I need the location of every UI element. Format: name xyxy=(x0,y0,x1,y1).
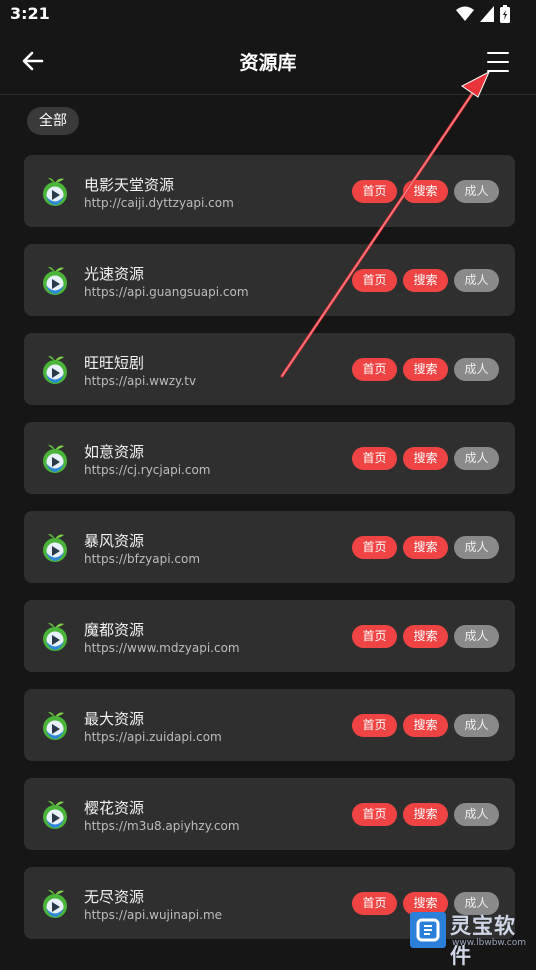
tag-home[interactable]: 首页 xyxy=(352,269,397,292)
tag-search[interactable]: 搜索 xyxy=(403,625,448,648)
signal-icon xyxy=(480,6,494,22)
source-name: 樱花资源 xyxy=(84,799,145,817)
watermark: 灵宝软件 www.lbwbw.com xyxy=(410,910,536,968)
tag-group: 首页 搜索 成人 xyxy=(352,269,499,292)
tag-adult[interactable]: 成人 xyxy=(454,358,499,381)
tag-search[interactable]: 搜索 xyxy=(403,803,448,826)
app-logo-icon xyxy=(43,266,67,295)
source-card[interactable]: 暴风资源 https://bfzyapi.com 首页 搜索 成人 xyxy=(24,511,515,583)
source-card[interactable]: 光速资源 https://api.guangsuapi.com 首页 搜索 成人 xyxy=(24,244,515,316)
status-time: 3:21 xyxy=(10,4,50,23)
source-url: http://caiji.dyttzyapi.com xyxy=(84,196,234,210)
app-logo-icon xyxy=(43,711,67,740)
battery-icon xyxy=(500,5,510,23)
tag-search[interactable]: 搜索 xyxy=(403,447,448,470)
tag-adult[interactable]: 成人 xyxy=(454,714,499,737)
source-name: 旺旺短剧 xyxy=(84,354,145,372)
source-name: 无尽资源 xyxy=(84,888,145,906)
tag-group: 首页 搜索 成人 xyxy=(352,358,499,381)
watermark-logo xyxy=(410,912,446,948)
tag-home[interactable]: 首页 xyxy=(352,892,397,915)
status-icons xyxy=(456,5,510,23)
app-logo-icon xyxy=(43,889,67,918)
source-url: https://bfzyapi.com xyxy=(84,552,201,566)
tag-group: 首页 搜索 成人 xyxy=(352,714,499,737)
tag-adult[interactable]: 成人 xyxy=(454,625,499,648)
tag-home[interactable]: 首页 xyxy=(352,180,397,203)
app-logo-icon xyxy=(43,622,67,651)
source-list: 电影天堂资源 http://caiji.dyttzyapi.com 首页 搜索 … xyxy=(24,155,515,956)
source-card[interactable]: 如意资源 https://cj.rycjapi.com 首页 搜索 成人 xyxy=(24,422,515,494)
app-bar: 资源库 xyxy=(0,28,536,95)
source-url: https://cj.rycjapi.com xyxy=(84,463,211,477)
source-name: 电影天堂资源 xyxy=(84,176,175,194)
tag-adult[interactable]: 成人 xyxy=(454,803,499,826)
brand-logo-icon xyxy=(416,918,440,942)
tag-search[interactable]: 搜索 xyxy=(403,180,448,203)
app-logo-icon xyxy=(43,444,67,473)
tag-adult[interactable]: 成人 xyxy=(454,269,499,292)
source-url: https://api.guangsuapi.com xyxy=(84,285,249,299)
source-url: https://www.mdzyapi.com xyxy=(84,641,240,655)
source-url: https://api.wwzy.tv xyxy=(84,374,197,388)
source-url: https://api.wujinapi.me xyxy=(84,908,223,922)
wifi-icon xyxy=(456,6,474,21)
filter-chip-all[interactable]: 全部 xyxy=(27,107,79,135)
status-bar: 3:21 xyxy=(0,0,536,28)
tag-home[interactable]: 首页 xyxy=(352,625,397,648)
app-logo-icon xyxy=(43,800,67,829)
source-name: 最大资源 xyxy=(84,710,145,728)
source-card[interactable]: 最大资源 https://api.zuidapi.com 首页 搜索 成人 xyxy=(24,689,515,761)
source-url: https://m3u8.apiyhzy.com xyxy=(84,819,240,833)
tag-group: 首页 搜索 成人 xyxy=(352,447,499,470)
tag-search[interactable]: 搜索 xyxy=(403,269,448,292)
tag-search[interactable]: 搜索 xyxy=(403,714,448,737)
watermark-site: www.lbwbw.com xyxy=(452,938,527,948)
tag-adult[interactable]: 成人 xyxy=(454,447,499,470)
tag-home[interactable]: 首页 xyxy=(352,536,397,559)
app-logo-icon xyxy=(43,355,67,384)
source-card[interactable]: 魔都资源 https://www.mdzyapi.com 首页 搜索 成人 xyxy=(24,600,515,672)
tag-adult[interactable]: 成人 xyxy=(454,180,499,203)
tag-search[interactable]: 搜索 xyxy=(403,358,448,381)
source-name: 魔都资源 xyxy=(84,621,145,639)
app-logo-icon xyxy=(43,533,67,562)
tag-search[interactable]: 搜索 xyxy=(403,536,448,559)
tag-group: 首页 搜索 成人 xyxy=(352,803,499,826)
tag-group: 首页 搜索 成人 xyxy=(352,625,499,648)
menu-button[interactable] xyxy=(482,46,514,78)
tag-group: 首页 搜索 成人 xyxy=(352,180,499,203)
tag-adult[interactable]: 成人 xyxy=(454,536,499,559)
page-title: 资源库 xyxy=(239,52,297,74)
tag-home[interactable]: 首页 xyxy=(352,447,397,470)
source-name: 如意资源 xyxy=(84,443,145,461)
tag-home[interactable]: 首页 xyxy=(352,714,397,737)
source-url: https://api.zuidapi.com xyxy=(84,730,222,744)
menu-icon xyxy=(487,52,509,72)
source-name: 暴风资源 xyxy=(84,532,145,550)
tag-group: 首页 搜索 成人 xyxy=(352,536,499,559)
source-card[interactable]: 樱花资源 https://m3u8.apiyhzy.com 首页 搜索 成人 xyxy=(24,778,515,850)
source-name: 光速资源 xyxy=(84,265,145,283)
tag-home[interactable]: 首页 xyxy=(352,803,397,826)
tag-home[interactable]: 首页 xyxy=(352,358,397,381)
source-card[interactable]: 电影天堂资源 http://caiji.dyttzyapi.com 首页 搜索 … xyxy=(24,155,515,227)
app-logo-icon xyxy=(43,177,67,206)
source-card[interactable]: 旺旺短剧 https://api.wwzy.tv 首页 搜索 成人 xyxy=(24,333,515,405)
